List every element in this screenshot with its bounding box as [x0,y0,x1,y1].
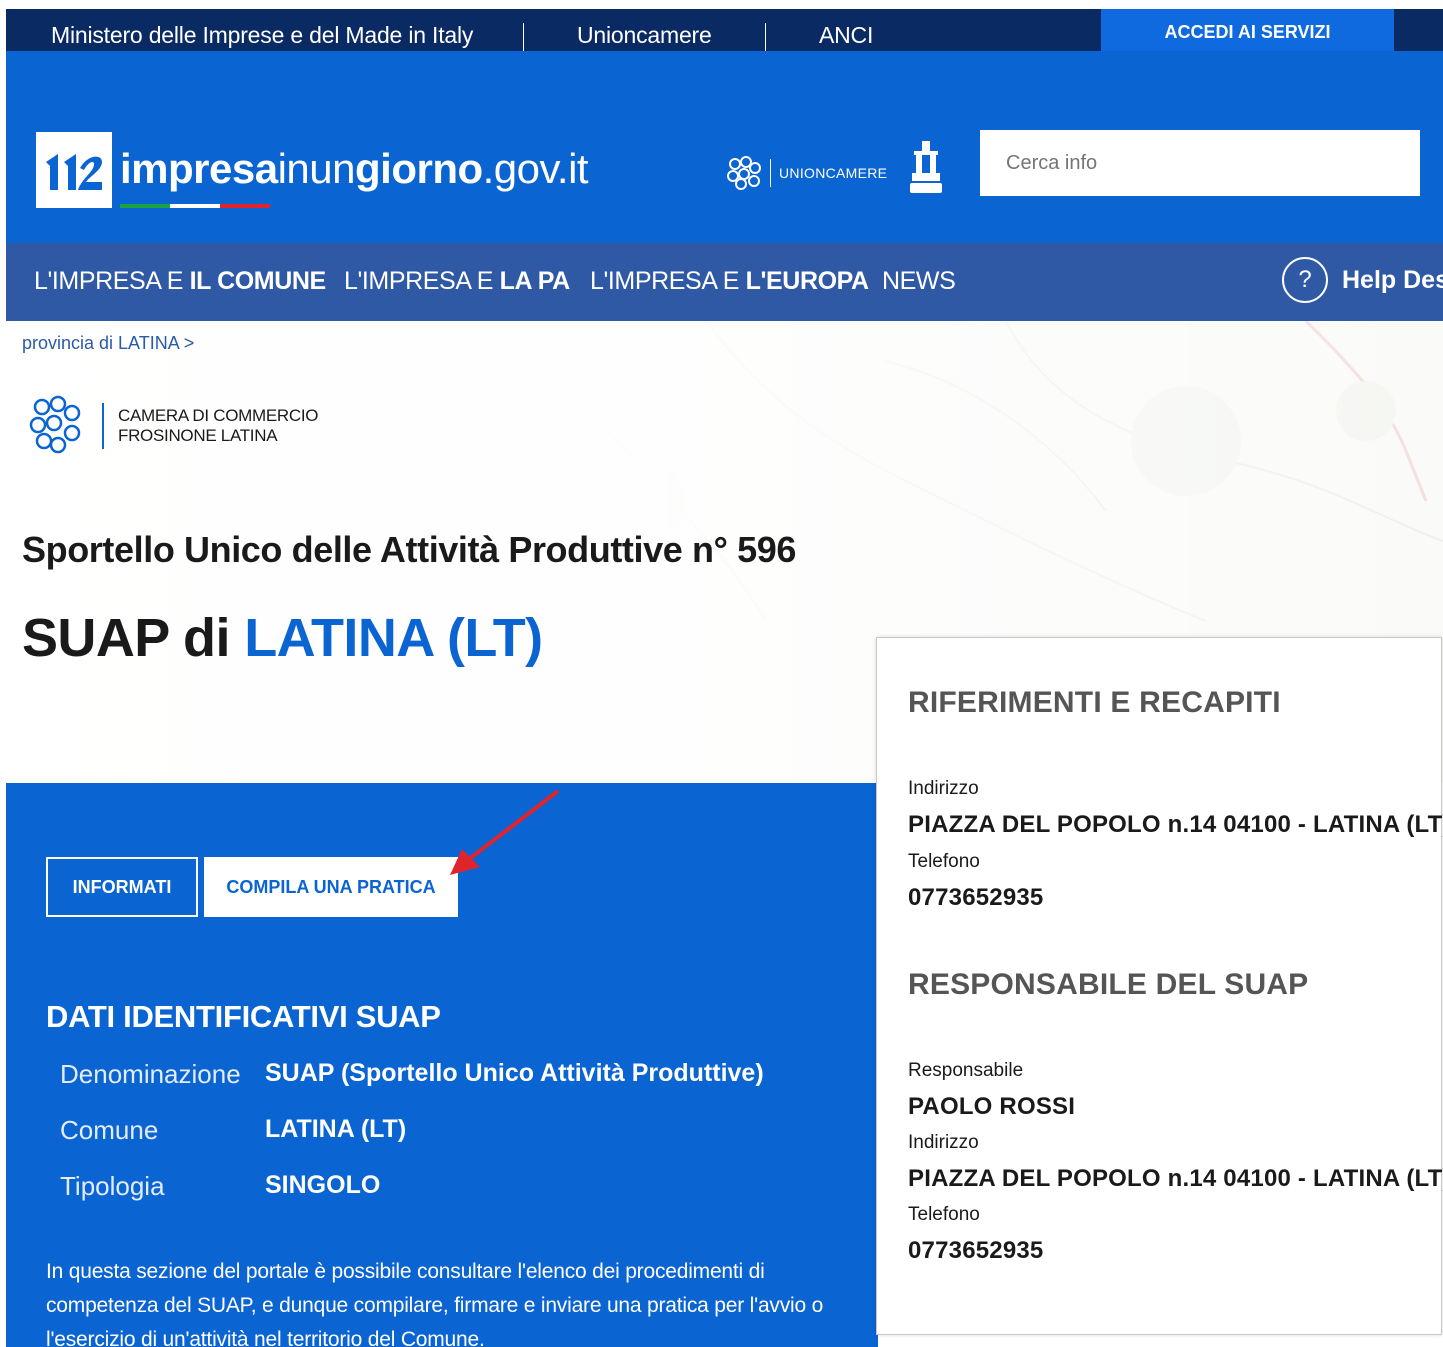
page-title: SUAP di LATINA (LT) [22,607,543,669]
site-header: impresainungiorno.gov.it UNIONCAMERE [6,51,1443,243]
site-logo-mark[interactable] [36,132,112,208]
dati-key: Comune [60,1115,159,1145]
address-label: Indirizzo [908,1132,979,1153]
unioncamere-icon [727,156,761,190]
breadcrumb[interactable]: provincia di LATINA > [22,333,194,354]
site-logo-text[interactable]: impresainungiorno.gov.it [120,145,589,193]
nav-item-label: L'EUROPA [745,267,870,295]
help-desk-label: Help Des [1342,265,1443,294]
responsible-value: PAOLO ROSSI [908,1093,1076,1120]
search-button[interactable] [1424,130,1443,196]
logo-icon [46,154,102,190]
riferimenti-heading: RIFERIMENTI E RECAPITI [908,686,1281,719]
dati-value: SINGOLO [265,1171,381,1199]
nav-item-label: NEWS [882,267,956,295]
dati-key: Tipologia [60,1171,165,1201]
accedi-servizi-button[interactable]: ACCEDI AI SERVIZI [1101,9,1394,51]
phone-label: Telefono [908,851,980,872]
nav-item-label: IL COMUNE [189,267,327,295]
question-icon: ? [1282,257,1328,303]
search-input[interactable] [980,130,1420,196]
dati-key: Denominazione [60,1059,241,1089]
dati-identificativi-title: DATI IDENTIFICATIVI SUAP [46,999,441,1034]
nav-item-comune[interactable]: L'IMPRESA E IL COMUNE [34,267,326,296]
camera-commercio-line: CAMERA DI COMMERCIO [118,406,319,425]
responsible-label: Responsabile [908,1060,1024,1081]
compila-pratica-button[interactable]: COMPILA UNA PRATICA [204,857,458,917]
nav-item-label: L'IMPRESA E [344,267,500,295]
dati-value: SUAP (Sportello Unico Attività Produttiv… [265,1059,764,1087]
camera-commercio-icon [29,395,81,454]
unioncamere-label: UNIONCAMERE [779,165,888,181]
phone-label: Telefono [908,1204,980,1225]
camera-commercio-logo: CAMERA DI COMMERCIO FROSINONE LATINA [26,395,319,457]
phone-value[interactable]: 0773652935 [908,1237,1043,1265]
nav-item-label: L'IMPRESA E [590,267,746,295]
top-bar: Ministero delle Imprese e del Made in It… [6,9,1443,51]
logo-word: impresa [120,145,278,192]
anci-logo-icon[interactable] [908,139,944,195]
page-title-prefix: SUAP di [22,608,245,668]
contacts-card: RIFERIMENTI E RECAPITI Indirizzo PIAZZA … [876,637,1443,1335]
main-nav: L'IMPRESA E IL COMUNE L'IMPRESA E LA PA … [6,243,1443,321]
help-desk-link[interactable]: ? Help Des [1282,257,1443,303]
camera-commercio-line: FROSINONE LATINA [118,426,278,445]
address-label: Indirizzo [908,778,979,799]
link-unioncamere[interactable]: Unioncamere [577,22,712,49]
page-subtitle: Sportello Unico delle Attività Produttiv… [22,529,796,570]
red-arrow-annotation-icon [450,789,560,875]
nav-item-news[interactable]: NEWS [882,267,956,296]
page-frame: Ministero delle Imprese e del Made in It… [6,9,1443,1347]
responsabile-heading: RESPONSABILE DEL SUAP [908,968,1309,1001]
divider [102,403,104,449]
logo-word: giorno [355,145,483,192]
divider [765,23,766,51]
unioncamere-logo[interactable]: UNIONCAMERE [726,155,887,191]
divider [523,23,524,51]
phone-value[interactable]: 0773652935 [908,884,1043,912]
nav-item-label: LA PA [499,267,571,295]
address-value: PIAZZA DEL POPOLO n.14 04100 - LATINA (L… [908,811,1443,838]
italian-flag-stripe [120,204,270,208]
camera-commercio-name: CAMERA DI COMMERCIO FROSINONE LATINA [118,406,319,446]
nav-item-label: L'IMPRESA E [34,267,190,295]
dati-value: LATINA (LT) [265,1115,407,1143]
divider [770,159,771,187]
nav-item-europa[interactable]: L'IMPRESA E L'EUROPA [590,267,869,296]
address-value: PIAZZA DEL POPOLO n.14 04100 - LATINA (L… [908,1165,1443,1192]
link-ministero[interactable]: Ministero delle Imprese e del Made in It… [51,22,473,49]
informati-button[interactable]: INFORMATI [46,857,198,917]
nav-item-pa[interactable]: L'IMPRESA E LA PA [344,267,570,296]
section-description: In questa sezione del portale è possibil… [46,1260,824,1347]
logo-word: .gov.it [482,145,589,192]
link-anci[interactable]: ANCI [819,22,873,49]
logo-word: inun [277,145,356,192]
page-title-location: LATINA (LT) [244,608,543,668]
